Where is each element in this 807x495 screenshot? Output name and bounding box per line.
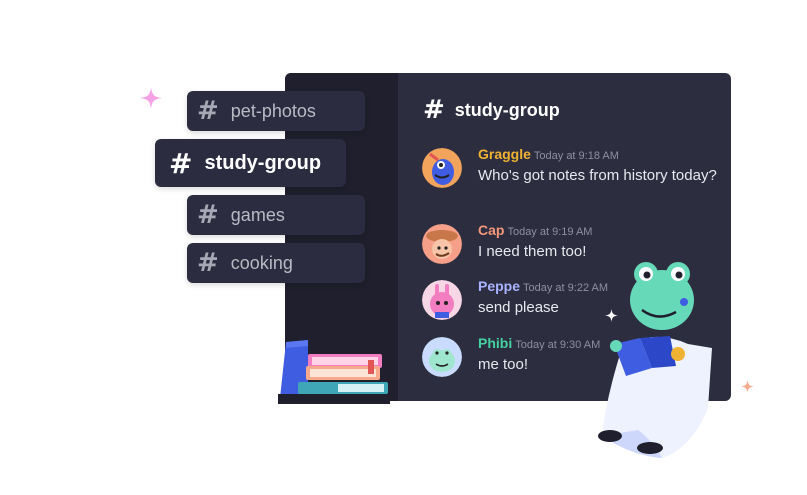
channel-item-games[interactable]: # games [187, 195, 365, 235]
sparkle-icon [140, 87, 162, 109]
channel-label: pet-photos [230, 100, 316, 121]
channel-label: study-group [204, 151, 322, 174]
sparkle-icon [605, 309, 618, 322]
avatar[interactable] [422, 224, 462, 264]
channel-label: cooking [230, 252, 293, 273]
message-author[interactable]: Phibi [478, 335, 512, 351]
message-author[interactable]: Peppe [478, 278, 520, 294]
hash-icon: # [197, 200, 219, 230]
avatar[interactable] [422, 337, 462, 377]
channel-label: games [230, 204, 285, 225]
hash-icon: # [169, 146, 193, 180]
avatar[interactable] [422, 148, 462, 188]
hash-icon: # [197, 248, 219, 278]
message-timestamp: Today at 9:19 AM [507, 226, 593, 238]
books-illustration [278, 340, 390, 404]
hash-icon: # [423, 95, 445, 125]
avatar[interactable] [422, 280, 462, 320]
channel-item-cooking[interactable]: # cooking [187, 243, 365, 283]
message-author[interactable]: Cap [478, 222, 504, 238]
sparkle-icon [741, 380, 754, 393]
channel-header: # study-group [423, 95, 560, 125]
frog-character-illustration [598, 262, 712, 458]
channel-item-pet-photos[interactable]: # pet-photos [187, 91, 365, 131]
message-text: Who's got notes from history today? [478, 167, 717, 184]
message-timestamp: Today at 9:30 AM [515, 339, 601, 351]
channel-title: study-group [454, 99, 560, 120]
message-timestamp: Today at 9:18 AM [533, 150, 619, 162]
hash-icon: # [197, 96, 219, 126]
message-author[interactable]: Graggle [478, 146, 531, 162]
channel-item-study-group[interactable]: # study-group [155, 139, 346, 187]
